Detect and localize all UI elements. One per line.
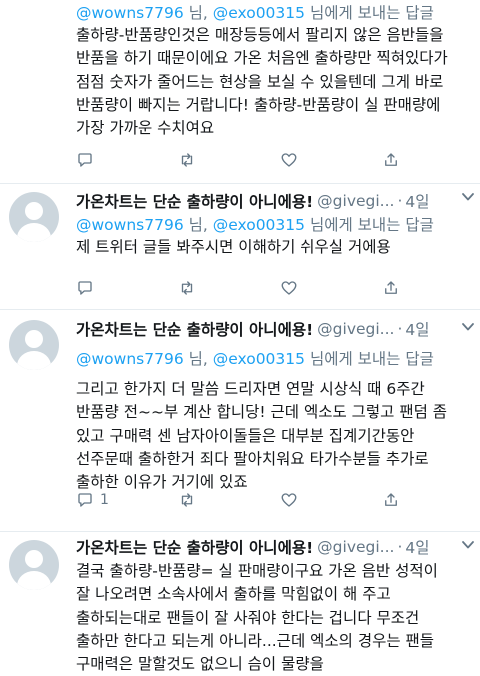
tweet-text-line: 구매력은 말할것도 없으니 슴이 물량을	[76, 655, 324, 674]
tweet-3[interactable]: 가온차트는 단순 출하량이 아니에용! @givegi... · 4일 @wow…	[0, 310, 480, 532]
heart-icon	[281, 153, 297, 167]
separator: ·	[397, 538, 403, 556]
display-name[interactable]: 가온차트는 단순 출하량이 아니에용!	[76, 190, 313, 212]
timestamp[interactable]: 4일	[405, 536, 429, 558]
reply-count: 1	[100, 492, 109, 508]
heart-icon	[281, 493, 297, 507]
tweet-text-line: 출하량-반품량인것은 매장등등에서 팔리지 않은 음반들을	[76, 26, 444, 44]
reply-button[interactable]	[76, 278, 100, 298]
avatar[interactable]	[9, 540, 59, 590]
reply-icon	[78, 153, 92, 167]
share-icon	[385, 153, 397, 166]
retweet-icon	[181, 493, 193, 507]
tweet-text-line: 제 트위터 글들 봐주시면 이해하기 쉬우실 거에용	[76, 238, 391, 256]
mention-link[interactable]: @wowns7796	[76, 4, 184, 22]
chevron-down-icon[interactable]	[462, 540, 474, 550]
reply-button[interactable]	[76, 150, 100, 170]
like-button[interactable]	[280, 490, 304, 510]
timestamp[interactable]: 4일	[405, 318, 429, 340]
mention-link[interactable]: @exo00315	[213, 350, 305, 368]
mention-link[interactable]: @exo00315	[213, 216, 305, 234]
mention-link[interactable]: @wowns7796	[76, 216, 184, 234]
user-handle[interactable]: @givegi...	[317, 192, 394, 210]
separator: ·	[397, 192, 403, 210]
retweet-icon	[181, 153, 193, 167]
display-name[interactable]: 가온차트는 단순 출하량이 아니에용!	[76, 318, 313, 340]
chevron-down-icon[interactable]	[462, 322, 474, 332]
reply-button[interactable]: 1	[76, 490, 109, 510]
replying-suffix: 님에게 보내는 답글	[309, 216, 434, 234]
tweet-text: 그리고 한가지 더 말씀 드리자면 연말 시상식 때 6주간 반품량 전~~부 …	[76, 378, 472, 494]
tweet-text-line: 반품을 하기 때문이에요 가온 처음엔 출하량만 찍혀있다가	[76, 49, 448, 68]
separator: ·	[397, 320, 403, 338]
reply-icon	[78, 493, 92, 507]
tweet-2[interactable]: 가온차트는 단순 출하량이 아니에용! @givegi... · 4일 @wow…	[0, 184, 480, 310]
replying-to-line: @wowns7796 님, @exo00315 님에게 보내는 답글	[76, 2, 472, 24]
replying-to-line: @wowns7796 님, @exo00315 님에게 보내는 답글	[76, 348, 472, 370]
tweet-text-line: 점점 숫자가 줄어드는 현상을 보실 수 있을텐데 그게 바로	[76, 72, 444, 91]
chevron-down-icon[interactable]	[462, 192, 474, 202]
avatar[interactable]	[9, 320, 59, 370]
retweet-icon	[181, 281, 193, 295]
tweet-text-line: 출하만 한다고 되는게 아니라...근데 엑소의 경우는 팬들	[76, 631, 435, 650]
retweet-button[interactable]	[178, 278, 202, 298]
display-name[interactable]: 가온차트는 단순 출하량이 아니에용!	[76, 536, 313, 558]
replying-suffix: 님에게 보내는 답글	[309, 4, 434, 22]
tweet-text-line: 가장 가까운 수치여요	[76, 119, 215, 138]
tweet-text: 제 트위터 글들 봐주시면 이해하기 쉬우실 거에용	[76, 236, 472, 259]
tweet-actions: 1	[76, 490, 416, 510]
tweet-text-line: 반품량이 빠지는 거랍니다! 출하량-반품량이 실 판매량에	[76, 95, 441, 114]
replying-suffix: 님에게 보내는 답글	[309, 350, 434, 368]
tweet-text-line: 출하되는대로 팬들이 잘 사줘야 한다는 겁니다 무조건	[76, 608, 420, 627]
replying-joiner: 님,	[188, 216, 208, 234]
timestamp[interactable]: 4일	[405, 190, 429, 212]
replying-joiner: 님,	[188, 350, 208, 368]
tweet-actions	[76, 150, 416, 170]
share-icon	[385, 493, 397, 506]
mention-link[interactable]: @exo00315	[213, 4, 305, 22]
reply-icon	[78, 281, 92, 295]
mention-link[interactable]: @wowns7796	[76, 350, 184, 368]
tweet-text-line: 그리고 한가지 더 말씀 드리자면 연말 시상식 때 6주간	[76, 380, 425, 398]
tweet-text-line: 반품량 전~~부 계산 합니당! 근데 엑소도 그렇고 팬덤 좀	[76, 403, 448, 422]
replying-to-line: @wowns7796 님, @exo00315 님에게 보내는 답글	[76, 214, 472, 236]
retweet-button[interactable]	[178, 490, 202, 510]
retweet-button[interactable]	[178, 150, 202, 170]
tweet-4[interactable]: 가온차트는 단순 출하량이 아니에용! @givegi... · 4일 결국 출…	[0, 532, 480, 676]
share-button[interactable]	[382, 278, 400, 298]
tweet-text-line: 잘 나오려면 소속사에서 출하를 막힘없이 해 주고	[76, 585, 391, 604]
replying-joiner: 님,	[188, 4, 208, 22]
like-button[interactable]	[280, 278, 304, 298]
tweet-actions	[76, 278, 416, 298]
avatar[interactable]	[9, 192, 59, 242]
tweet-header: 가온차트는 단순 출하량이 아니에용! @givegi... · 4일	[76, 534, 472, 560]
tweet-text-line: 선주문때 출하한거 죄다 팔아치워요 타가수분들 추가로	[76, 449, 429, 468]
tweet-header: 가온차트는 단순 출하량이 아니에용! @givegi... · 4일	[76, 316, 472, 342]
share-button[interactable]	[382, 150, 400, 170]
like-button[interactable]	[280, 150, 304, 170]
share-icon	[385, 281, 397, 294]
tweet-text: 출하량-반품량인것은 매장등등에서 팔리지 않은 음반들을 반품을 하기 때문이…	[76, 24, 472, 140]
tweet-text: 결국 출하량-반품량= 실 판매량이구요 가온 음반 성적이 잘 나오려면 소속…	[76, 560, 472, 676]
tweet-header: 가온차트는 단순 출하량이 아니에용! @givegi... · 4일	[76, 188, 472, 214]
tweet-text-line: 있고 구매력 센 남자아이돌들은 대부분 집계기간동안	[76, 426, 415, 445]
tweet-1[interactable]: @wowns7796 님, @exo00315 님에게 보내는 답글 출하량-반…	[0, 0, 480, 184]
tweet-text-line: 결국 출하량-반품량= 실 판매량이구요 가온 음반 성적이	[76, 562, 438, 580]
user-handle[interactable]: @givegi...	[317, 320, 394, 338]
user-handle[interactable]: @givegi...	[317, 538, 394, 556]
heart-icon	[281, 281, 297, 295]
share-button[interactable]	[382, 490, 400, 510]
